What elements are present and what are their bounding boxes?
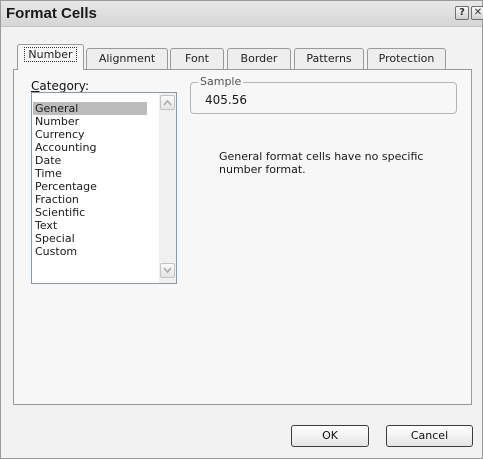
tab-number-label: Number — [24, 47, 77, 62]
close-button[interactable]: ✕ — [471, 6, 483, 20]
list-item-special[interactable]: Special — [35, 232, 75, 245]
list-item-fraction[interactable]: Fraction — [35, 193, 79, 206]
chevron-up-icon — [163, 99, 172, 106]
category-label-text: ategory: — [39, 79, 89, 93]
dialog-title: Format Cells — [6, 5, 97, 22]
tab-protection[interactable]: Protection — [367, 48, 446, 70]
list-item-number[interactable]: Number — [35, 115, 79, 128]
list-item-time[interactable]: Time — [35, 167, 62, 180]
title-bar[interactable]: Format Cells ? ✕ — [1, 1, 483, 27]
help-button[interactable]: ? — [455, 6, 469, 20]
format-cells-dialog: Format Cells ? ✕ Number Alignment Font B… — [0, 0, 483, 459]
list-item-currency[interactable]: Currency — [35, 128, 85, 141]
scroll-up-button[interactable] — [160, 95, 175, 110]
ok-button[interactable]: OK — [291, 425, 369, 447]
category-scrollbar[interactable] — [159, 93, 176, 283]
list-item-text[interactable]: Text — [35, 219, 57, 232]
sample-legend: Sample — [198, 75, 244, 88]
sample-group: Sample 405.56 — [190, 75, 457, 114]
number-tab-panel: Category: General Number Currency Accoun… — [13, 69, 472, 405]
list-item-date[interactable]: Date — [35, 154, 61, 167]
list-item-percentage[interactable]: Percentage — [35, 180, 97, 193]
category-listbox[interactable]: General Number Currency Accounting Date … — [31, 92, 177, 284]
format-description: General format cells have no specific nu… — [219, 150, 424, 176]
chevron-down-icon — [163, 267, 172, 274]
tab-patterns[interactable]: Patterns — [294, 48, 364, 70]
list-item-accounting[interactable]: Accounting — [35, 141, 96, 154]
tab-number[interactable]: Number — [17, 44, 84, 70]
tab-alignment[interactable]: Alignment — [86, 48, 168, 70]
tab-font[interactable]: Font — [170, 48, 224, 70]
list-item-custom[interactable]: Custom — [35, 245, 77, 258]
tab-border[interactable]: Border — [227, 48, 291, 70]
scroll-down-button[interactable] — [160, 263, 175, 278]
sample-value: 405.56 — [205, 93, 247, 107]
list-item-scientific[interactable]: Scientific — [35, 206, 85, 219]
list-item-general[interactable]: General — [33, 102, 147, 115]
cancel-button[interactable]: Cancel — [386, 425, 473, 447]
category-label: Category: — [31, 79, 89, 93]
